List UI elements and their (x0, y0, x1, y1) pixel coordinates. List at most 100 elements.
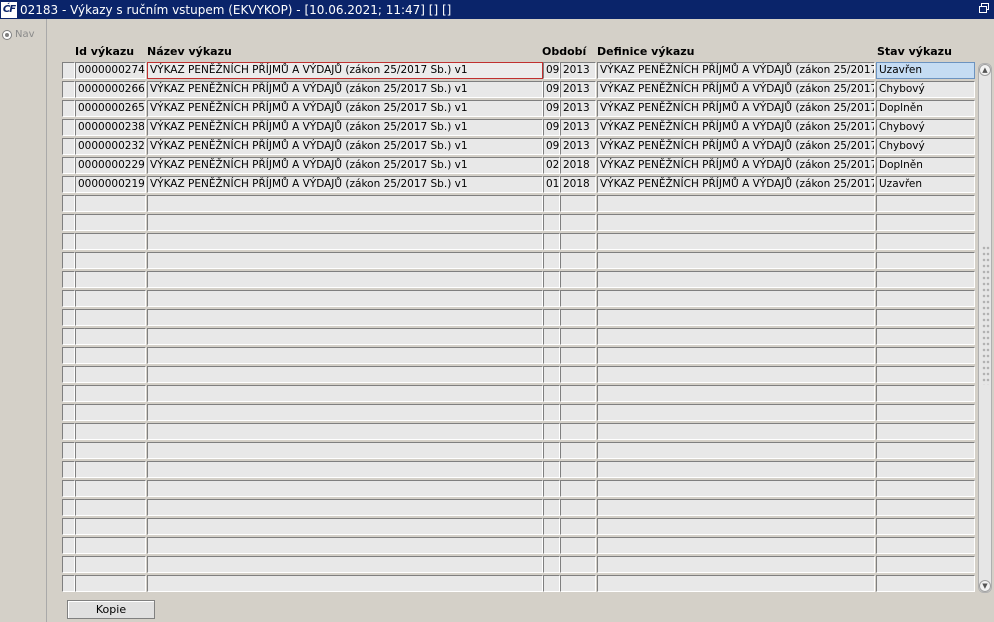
cell-definition[interactable]: VÝKAZ PENĚŽNÍCH PŘÍJMŮ A VÝDAJŮ (zákon 2… (597, 62, 875, 79)
row-selector[interactable] (62, 138, 75, 155)
cell-status[interactable]: Uzavřen (876, 176, 975, 193)
cell-status[interactable] (876, 556, 975, 573)
row-selector[interactable] (62, 309, 75, 326)
cell-status[interactable] (876, 252, 975, 269)
cell-name[interactable] (147, 366, 543, 383)
cell-period-month[interactable] (543, 423, 560, 440)
cell-name[interactable]: VÝKAZ PENĚŽNÍCH PŘÍJMŮ A VÝDAJŮ (zákon 2… (147, 81, 543, 98)
table-row[interactable] (62, 537, 976, 555)
table-row[interactable] (62, 195, 976, 213)
cell-name[interactable] (147, 423, 543, 440)
table-row[interactable]: 0000000265 VÝKAZ PENĚŽNÍCH PŘÍJMŮ A VÝDAJ… (62, 100, 976, 118)
cell-period-year[interactable] (560, 328, 596, 345)
cell-period-month[interactable] (543, 442, 560, 459)
cell-name[interactable]: VÝKAZ PENĚŽNÍCH PŘÍJMŮ A VÝDAJŮ (zákon 2… (147, 138, 543, 155)
table-row[interactable] (62, 385, 976, 403)
cell-period-month[interactable] (543, 347, 560, 364)
cell-definition[interactable]: VÝKAZ PENĚŽNÍCH PŘÍJMŮ A VÝDAJŮ (zákon 2… (597, 138, 875, 155)
cell-period-month[interactable] (543, 385, 560, 402)
cell-period-year[interactable]: 2013 (560, 62, 596, 79)
cell-definition[interactable]: VÝKAZ PENĚŽNÍCH PŘÍJMŮ A VÝDAJŮ (zákon 2… (597, 157, 875, 174)
cell-status[interactable] (876, 385, 975, 402)
cell-status[interactable]: Doplněn (876, 100, 975, 117)
cell-period-month[interactable] (543, 309, 560, 326)
cell-status[interactable] (876, 347, 975, 364)
row-selector[interactable] (62, 366, 75, 383)
cell-definition[interactable] (597, 195, 875, 212)
table-row[interactable]: 0000000266 VÝKAZ PENĚŽNÍCH PŘÍJMŮ A VÝDAJ… (62, 81, 976, 99)
row-selector[interactable] (62, 214, 75, 231)
table-row[interactable] (62, 499, 976, 517)
cell-period-year[interactable] (560, 518, 596, 535)
cell-definition[interactable] (597, 404, 875, 421)
cell-id[interactable] (75, 195, 146, 212)
cell-period-month[interactable] (543, 366, 560, 383)
splitter-grip-icon[interactable] (982, 245, 990, 385)
row-selector[interactable] (62, 499, 75, 516)
cell-status[interactable] (876, 499, 975, 516)
cell-period-year[interactable] (560, 309, 596, 326)
row-selector[interactable] (62, 518, 75, 535)
cell-definition[interactable]: VÝKAZ PENĚŽNÍCH PŘÍJMŮ A VÝDAJŮ (zákon 2… (597, 100, 875, 117)
cell-id[interactable] (75, 347, 146, 364)
cell-name[interactable]: VÝKAZ PENĚŽNÍCH PŘÍJMŮ A VÝDAJŮ (zákon 2… (147, 119, 543, 136)
cell-status[interactable] (876, 518, 975, 535)
cell-period-year[interactable] (560, 461, 596, 478)
cell-period-month[interactable] (543, 233, 560, 250)
cell-id[interactable] (75, 480, 146, 497)
row-selector[interactable] (62, 62, 75, 79)
cell-period-year[interactable] (560, 233, 596, 250)
cell-id[interactable] (75, 214, 146, 231)
row-selector[interactable] (62, 119, 75, 136)
cell-definition[interactable] (597, 499, 875, 516)
cell-definition[interactable] (597, 214, 875, 231)
cell-definition[interactable] (597, 309, 875, 326)
row-selector[interactable] (62, 81, 75, 98)
cell-status[interactable]: Chybový (876, 81, 975, 98)
cell-period-month[interactable] (543, 290, 560, 307)
cell-definition[interactable] (597, 328, 875, 345)
row-selector[interactable] (62, 233, 75, 250)
cell-id[interactable] (75, 461, 146, 478)
cell-period-year[interactable] (560, 499, 596, 516)
copy-button[interactable]: Kopie (67, 600, 155, 619)
cell-period-year[interactable] (560, 385, 596, 402)
cell-status[interactable] (876, 233, 975, 250)
table-row[interactable] (62, 328, 976, 346)
cell-period-year[interactable]: 2013 (560, 119, 596, 136)
cell-id[interactable]: 0000000274 (75, 62, 146, 79)
cell-definition[interactable] (597, 461, 875, 478)
cell-period-month[interactable] (543, 328, 560, 345)
cell-id[interactable] (75, 556, 146, 573)
cell-definition[interactable]: VÝKAZ PENĚŽNÍCH PŘÍJMŮ A VÝDAJŮ (zákon 2… (597, 119, 875, 136)
row-selector[interactable] (62, 176, 75, 193)
row-selector[interactable] (62, 271, 75, 288)
cell-name[interactable] (147, 214, 543, 231)
cell-id[interactable] (75, 271, 146, 288)
cell-name[interactable] (147, 556, 543, 573)
cell-period-month[interactable] (543, 214, 560, 231)
row-selector[interactable] (62, 404, 75, 421)
cell-status[interactable]: Chybový (876, 119, 975, 136)
table-row[interactable]: 0000000219 VÝKAZ PENĚŽNÍCH PŘÍJMŮ A VÝDAJ… (62, 176, 976, 194)
cell-definition[interactable]: VÝKAZ PENĚŽNÍCH PŘÍJMŮ A VÝDAJŮ (zákon 2… (597, 81, 875, 98)
cell-name[interactable] (147, 385, 543, 402)
table-row[interactable]: 0000000232 VÝKAZ PENĚŽNÍCH PŘÍJMŮ A VÝDAJ… (62, 138, 976, 156)
table-row[interactable] (62, 233, 976, 251)
cell-name[interactable]: VÝKAZ PENĚŽNÍCH PŘÍJMŮ A VÝDAJŮ (zákon 2… (147, 100, 543, 117)
cell-period-month[interactable] (543, 271, 560, 288)
table-row[interactable] (62, 575, 976, 593)
cell-period-year[interactable] (560, 404, 596, 421)
row-selector[interactable] (62, 480, 75, 497)
cell-name[interactable] (147, 290, 543, 307)
cell-period-year[interactable] (560, 271, 596, 288)
cell-period-month[interactable]: 02 (543, 157, 560, 174)
cell-id[interactable]: 0000000265 (75, 100, 146, 117)
cell-name[interactable] (147, 461, 543, 478)
table-row[interactable] (62, 214, 976, 232)
cell-definition[interactable] (597, 480, 875, 497)
cell-period-year[interactable] (560, 556, 596, 573)
cell-definition[interactable] (597, 233, 875, 250)
cell-name[interactable]: VÝKAZ PENĚŽNÍCH PŘÍJMŮ A VÝDAJŮ (zákon 2… (147, 176, 543, 193)
cell-period-year[interactable] (560, 480, 596, 497)
